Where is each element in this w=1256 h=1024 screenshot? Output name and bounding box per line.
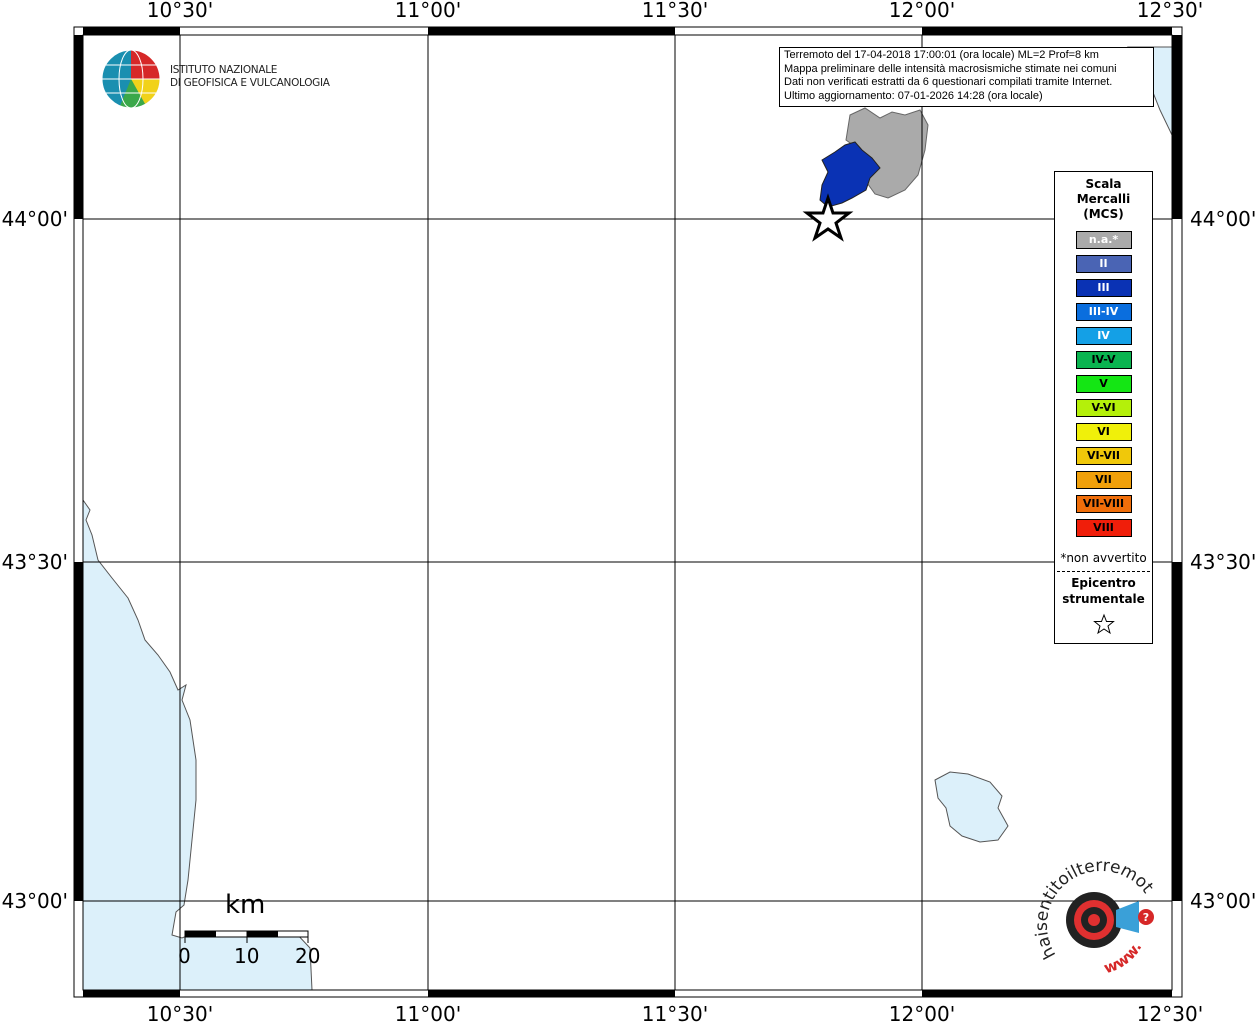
svg-text:www.: www.	[1101, 939, 1145, 977]
legend-item: IV	[1075, 327, 1132, 345]
ingv-globe-icon	[101, 49, 161, 109]
lon-label-bottom-4: 12°00'	[889, 1002, 955, 1024]
lon-label-top-2: 11°00'	[395, 0, 461, 22]
lon-label-top-5: 12°30'	[1137, 0, 1203, 22]
legend-title-line1: Scala	[1085, 177, 1122, 191]
lat-label-right-1: 44°00'	[1190, 207, 1256, 231]
lon-label-top-1: 10°30'	[147, 0, 213, 22]
event-info-line2: Mappa preliminare delle intensità macros…	[784, 62, 1117, 75]
lon-label-top-4: 12°00'	[889, 0, 955, 22]
legend-title: Scala Mercalli (MCS)	[1055, 177, 1152, 222]
legend-item: VII-VIII	[1075, 495, 1132, 513]
haisentito-www-text: www.	[1101, 939, 1145, 977]
event-info-box: Terremoto del 17-04-2018 17:00:01 (ora l…	[779, 47, 1154, 107]
legend-item: III-IV	[1075, 303, 1132, 321]
legend-item: III	[1075, 279, 1132, 297]
lat-label-left-1: 44°00'	[2, 207, 68, 231]
ingv-name-line1: ISTITUTO NAZIONALE	[170, 64, 278, 76]
mcs-legend: Scala Mercalli (MCS) n.a.* II III III-IV IV I…	[1054, 171, 1153, 644]
map-area	[74, 27, 1182, 997]
legend-epicentre-label: Epicentro strumentale	[1055, 575, 1152, 607]
lon-label-bottom-3: 11°30'	[642, 1002, 708, 1024]
legend-item: VI	[1075, 423, 1132, 441]
lon-label-bottom-2: 11°00'	[395, 1002, 461, 1024]
legend-item: VI-VII	[1075, 447, 1132, 465]
legend-item: VII	[1075, 471, 1132, 489]
scale-tick-20: 20	[295, 944, 321, 968]
lon-label-bottom-1: 10°30'	[147, 1002, 213, 1024]
lat-label-right-3: 43°00'	[1190, 889, 1256, 913]
lat-label-left-3: 43°00'	[2, 889, 68, 913]
legend-epicentre-line2: strumentale	[1062, 592, 1145, 606]
scale-unit-label: km	[225, 890, 266, 920]
legend-item: IV-V	[1075, 351, 1132, 369]
lon-label-top-3: 11°30'	[642, 0, 708, 22]
legend-title-line3: (MCS)	[1083, 207, 1124, 221]
event-info-line1: Terremoto del 17-04-2018 17:00:01 (ora l…	[784, 49, 1099, 61]
event-info-line4: Ultimo aggiornamento: 07-01-2026 14:28 (…	[784, 89, 1043, 102]
legend-items: n.a.* II III III-IV IV IV-V V V-VI VI VI-VII VII VI…	[1055, 231, 1152, 537]
legend-epicentre-line1: Epicentro	[1071, 576, 1136, 590]
svg-text:?: ?	[1143, 911, 1149, 924]
scale-tick-10: 10	[234, 944, 260, 968]
lat-label-left-2: 43°30'	[2, 550, 68, 574]
ingv-logo: ISTITUTO NAZIONALE DI GEOFISICA E VULCAN…	[100, 48, 330, 110]
event-info-line3: Dati non verificati estratti da 6 questi…	[784, 76, 1113, 88]
legend-item: VIII	[1075, 519, 1132, 537]
scale-tick-0: 0	[178, 944, 191, 968]
legend-item: V-VI	[1075, 399, 1132, 417]
legend-item: n.a.*	[1075, 231, 1132, 249]
haisentito-logo: ? haisentitoilterremoto.it www.	[1029, 840, 1164, 985]
lat-label-right-2: 43°30'	[1190, 550, 1256, 574]
haisentito-logo-icon: ? haisentitoilterremoto.it www.	[1029, 840, 1158, 977]
legend-item: V	[1075, 375, 1132, 393]
legend-divider	[1057, 571, 1150, 572]
lon-label-bottom-5: 12°30'	[1137, 1002, 1203, 1024]
ingv-name-line2: DI GEOFISICA E VULCANOLOGIA	[170, 77, 330, 89]
legend-note: *non avvertito	[1060, 551, 1147, 565]
legend-item: II	[1075, 255, 1132, 273]
legend-title-line2: Mercalli	[1076, 192, 1131, 206]
legend-star-icon	[1055, 613, 1152, 639]
